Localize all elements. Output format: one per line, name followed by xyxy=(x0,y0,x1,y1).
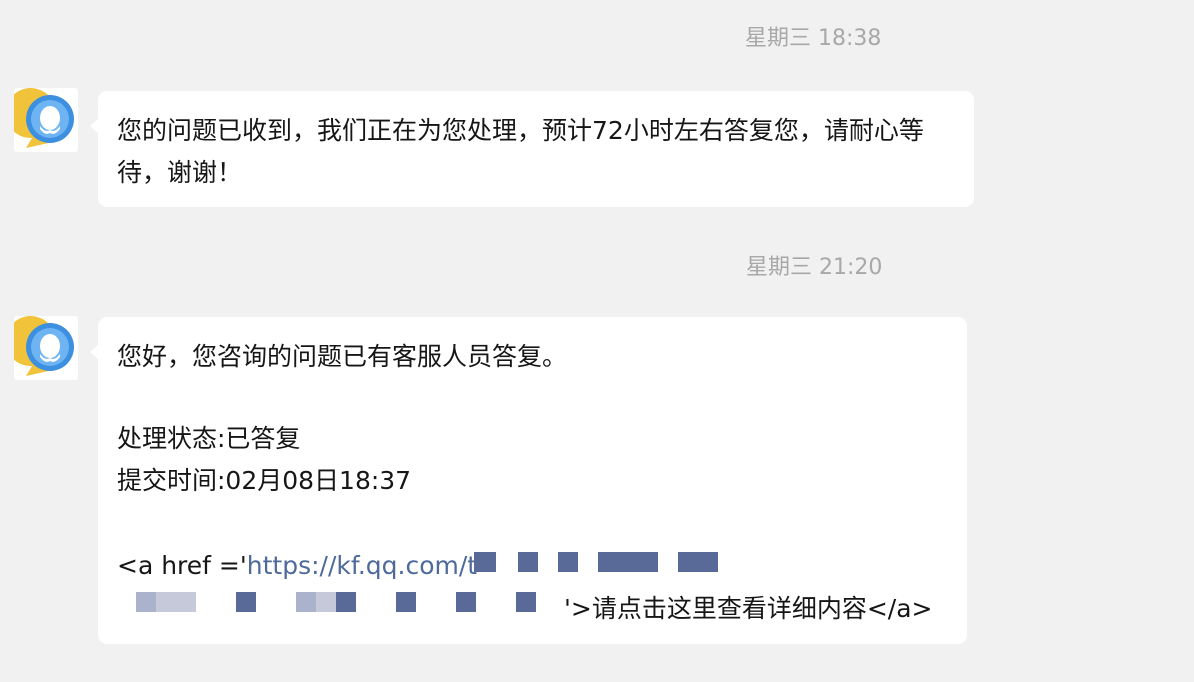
message-bubble[interactable]: 您的问题已收到，我们正在为您处理，预计72小时左右答复您，请耐心等待，谢谢！ xyxy=(90,91,974,207)
message-greeting: 您好，您咨询的问题已有客服人员答复。 xyxy=(117,342,568,371)
anchor-line: <a href ='https://kf.qq.com/t xyxy=(117,548,477,584)
redacted-url-segment xyxy=(136,592,596,612)
redacted-url-segment xyxy=(474,552,734,572)
qq-customer-service-icon xyxy=(14,88,74,148)
detail-link[interactable]: https://kf.qq.com/t xyxy=(247,551,477,580)
anchor-prefix-text: <a href =' xyxy=(117,551,247,580)
message-timestamp: 星期三 21:20 xyxy=(746,255,883,280)
qq-customer-service-avatar[interactable] xyxy=(14,88,78,152)
message-bubble[interactable]: 您好，您咨询的问题已有客服人员答复。 处理状态:已答复 提交时间:02月08日1… xyxy=(90,317,967,644)
qq-customer-service-icon xyxy=(14,316,74,376)
status-line: 处理状态:已答复 xyxy=(117,424,301,453)
message-text: 您的问题已收到，我们正在为您处理，预计72小时左右答复您，请耐心等待，谢谢！ xyxy=(117,116,924,187)
message-timestamp: 星期三 18:38 xyxy=(745,26,882,51)
anchor-suffix-text: '>请点击这里查看详细内容</a> xyxy=(564,594,933,623)
qq-customer-service-avatar[interactable] xyxy=(14,316,78,380)
submit-time-line: 提交时间:02月08日18:37 xyxy=(117,466,412,495)
